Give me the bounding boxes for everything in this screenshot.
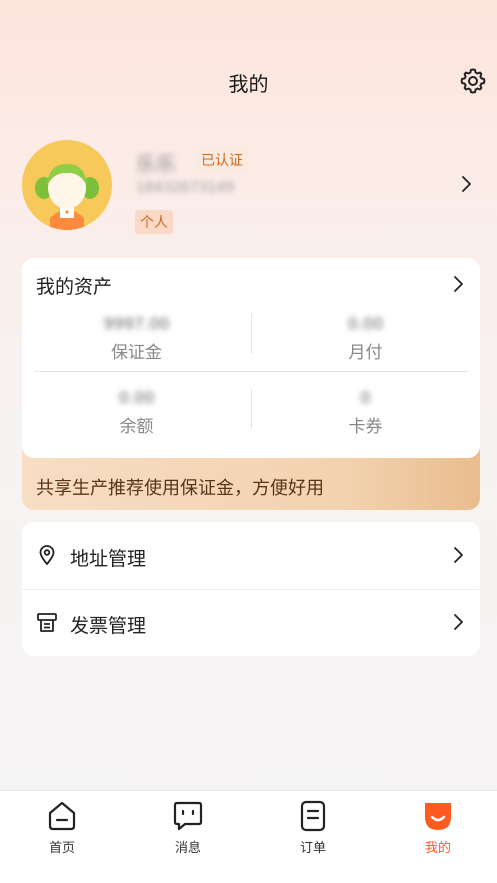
- menu-item-label: 地址管理: [70, 548, 147, 570]
- assets-card: 我的资产 9997.00 保证金 0.00 月付 0.00 余额 0 卡券: [22, 258, 480, 458]
- asset-label: 月付: [348, 343, 383, 363]
- menu-item-label: 发票管理: [70, 615, 147, 637]
- asset-value: 0: [360, 388, 371, 407]
- menu-card: 地址管理 发票管理: [22, 522, 480, 656]
- header: 我的: [0, 0, 497, 112]
- tab-label: 我的: [424, 841, 451, 856]
- profile-icon: [425, 803, 451, 830]
- asset-value: 0.00: [347, 314, 384, 333]
- page-title: 我的: [228, 72, 269, 96]
- user-name: 乐乐: [136, 152, 176, 176]
- tab-messages[interactable]: 消息: [153, 799, 223, 856]
- invoice-icon: [37, 613, 57, 632]
- chevron-right-icon: [454, 614, 463, 630]
- asset-label: 卡券: [348, 417, 383, 437]
- asset-label: 余额: [119, 417, 154, 437]
- menu-item-invoice[interactable]: 发票管理: [22, 589, 480, 656]
- divider: [34, 371, 468, 372]
- settings-button[interactable]: [458, 66, 488, 96]
- asset-monthly[interactable]: 0.00 月付: [251, 314, 480, 363]
- asset-value: 9997.00: [103, 314, 170, 333]
- asset-coupons[interactable]: 0 卡券: [251, 388, 480, 437]
- tab-label: 首页: [48, 841, 75, 856]
- promo-text: 共享生产推荐使用保证金，方便好用: [36, 478, 324, 499]
- assets-title: 我的资产: [36, 276, 113, 298]
- home-icon: [48, 801, 76, 831]
- tab-profile[interactable]: 我的: [403, 799, 473, 856]
- tab-orders[interactable]: 订单: [278, 799, 348, 856]
- tab-label: 订单: [299, 841, 326, 856]
- asset-balance[interactable]: 0.00 余额: [22, 388, 251, 437]
- asset-deposit[interactable]: 9997.00 保证金: [22, 314, 251, 363]
- account-type-badge: 个人: [135, 210, 173, 234]
- chevron-right-icon[interactable]: [448, 274, 468, 294]
- location-pin-icon: [39, 545, 55, 565]
- chevron-right-icon: [454, 547, 463, 563]
- tab-label: 消息: [174, 841, 201, 856]
- message-icon: [173, 801, 203, 831]
- tab-home[interactable]: 首页: [27, 799, 97, 856]
- verified-badge: 已认证: [195, 147, 249, 173]
- profile-section[interactable]: 乐乐 已认证 18432673149 个人: [0, 130, 497, 240]
- user-phone: 18432673149: [136, 180, 234, 196]
- gear-icon: [460, 68, 486, 94]
- chevron-right-icon: [462, 176, 471, 192]
- asset-label: 保证金: [111, 343, 162, 363]
- menu-item-address[interactable]: 地址管理: [22, 522, 480, 590]
- order-icon: [300, 800, 326, 832]
- asset-value: 0.00: [118, 388, 155, 407]
- avatar: [22, 140, 112, 230]
- tab-bar: 首页 消息 订单 我的: [0, 790, 497, 883]
